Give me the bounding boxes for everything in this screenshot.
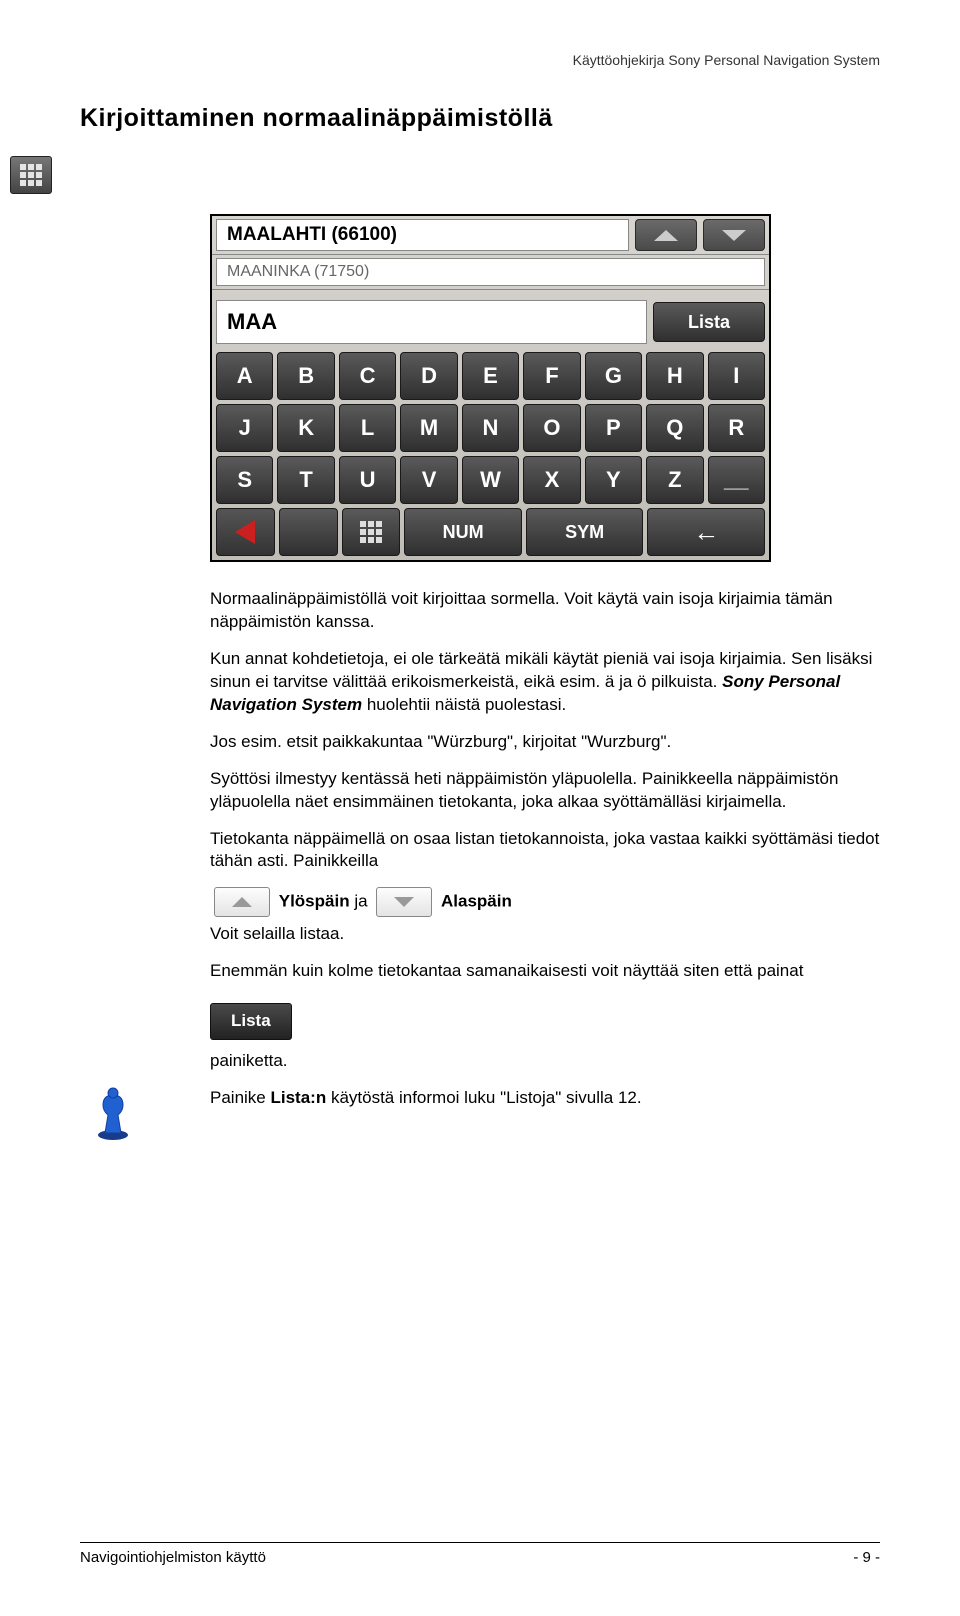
suggestion-secondary[interactable]: MAANINKA (71750) (216, 258, 765, 286)
paragraph: painiketta. (210, 1050, 880, 1073)
key-m[interactable]: M (400, 404, 457, 452)
paragraph: Jos esim. etsit paikkakuntaa "Würzburg",… (210, 731, 880, 754)
chevron-up-icon (232, 897, 252, 907)
text-input[interactable]: MAA (216, 300, 647, 344)
lista-button-image[interactable]: Lista (210, 1003, 292, 1040)
key-g[interactable]: G (585, 352, 642, 400)
key-y[interactable]: Y (585, 456, 642, 504)
text: käytöstä informoi luku "Listoja" sivulla… (326, 1088, 641, 1107)
key-i[interactable]: I (708, 352, 765, 400)
down-button-inline[interactable] (376, 887, 432, 917)
scroll-up-button[interactable] (635, 219, 697, 251)
paragraph: Kun annat kohdetietoja, ei ole tärkeätä … (210, 648, 880, 717)
button-name: Lista:n (270, 1088, 326, 1107)
key-f[interactable]: F (523, 352, 580, 400)
num-button[interactable]: NUM (404, 508, 522, 556)
key-j[interactable]: J (216, 404, 273, 452)
section-title: Kirjoittaminen normaalinäppäimistöllä (80, 104, 880, 133)
key-p[interactable]: P (585, 404, 642, 452)
text: ja (350, 892, 373, 911)
footer-page-number: - 9 - (853, 1549, 880, 1566)
paragraph: Ylöspäin ja Alaspäin (210, 887, 880, 917)
key-v[interactable]: V (400, 456, 457, 504)
key-s[interactable]: S (216, 456, 273, 504)
key-b[interactable]: B (277, 352, 334, 400)
key-o[interactable]: O (523, 404, 580, 452)
grid-icon (20, 164, 42, 186)
key-l[interactable]: L (339, 404, 396, 452)
key-u[interactable]: U (339, 456, 396, 504)
text: Painike (210, 1088, 270, 1107)
key-e[interactable]: E (462, 352, 519, 400)
key-x[interactable]: X (523, 456, 580, 504)
footer-left: Navigointiohjelmiston käyttö (80, 1549, 266, 1566)
info-pawn-icon (92, 1085, 134, 1148)
chevron-up-icon (654, 230, 678, 241)
suggestion-primary[interactable]: MAALAHTI (66100) (216, 219, 629, 251)
key-w[interactable]: W (462, 456, 519, 504)
key-z[interactable]: Z (646, 456, 703, 504)
doc-header: Käyttöohjekirja Sony Personal Navigation… (80, 52, 880, 68)
paragraph: Tietokanta näppäimellä on osaa listan ti… (210, 828, 880, 874)
backspace-arrow-icon: ← (693, 517, 719, 548)
back-triangle-icon (235, 520, 255, 544)
key-r[interactable]: R (708, 404, 765, 452)
up-label: Ylöspäin (279, 892, 350, 911)
chevron-down-icon (394, 897, 414, 907)
down-label: Alaspäin (441, 892, 512, 911)
sym-button[interactable]: SYM (526, 508, 644, 556)
paragraph: Painike Lista:n käytöstä informoi luku "… (210, 1087, 880, 1110)
paragraph: Voit selailla listaa. (210, 923, 880, 946)
scroll-down-button[interactable] (703, 219, 765, 251)
paragraph: Normaalinäppäimistöllä voit kirjoittaa s… (210, 588, 880, 634)
grid-icon (360, 521, 382, 543)
backspace-button[interactable]: ← (647, 508, 765, 556)
key-t[interactable]: T (277, 456, 334, 504)
lista-button[interactable]: Lista (653, 302, 765, 342)
keypad-mode-icon (10, 156, 52, 194)
key-k[interactable]: K (277, 404, 334, 452)
key-a[interactable]: A (216, 352, 273, 400)
key-n[interactable]: N (462, 404, 519, 452)
paragraph: Enemmän kuin kolme tietokantaa samanaika… (210, 960, 880, 983)
paragraph: Syöttösi ilmestyy kentässä heti näppäimi… (210, 768, 880, 814)
key-q[interactable]: Q (646, 404, 703, 452)
chevron-down-icon (722, 230, 746, 241)
back-button[interactable] (216, 508, 275, 556)
key-space[interactable]: __ (708, 456, 765, 504)
key-c[interactable]: C (339, 352, 396, 400)
key-h[interactable]: H (646, 352, 703, 400)
spacer-button (279, 508, 338, 556)
keypad-screenshot: MAALAHTI (66100) MAANINKA (71750) MAA Li… (210, 214, 771, 562)
up-button-inline[interactable] (214, 887, 270, 917)
text: huolehtii näistä puolestasi. (362, 695, 566, 714)
key-d[interactable]: D (400, 352, 457, 400)
grid-mode-button[interactable] (342, 508, 401, 556)
